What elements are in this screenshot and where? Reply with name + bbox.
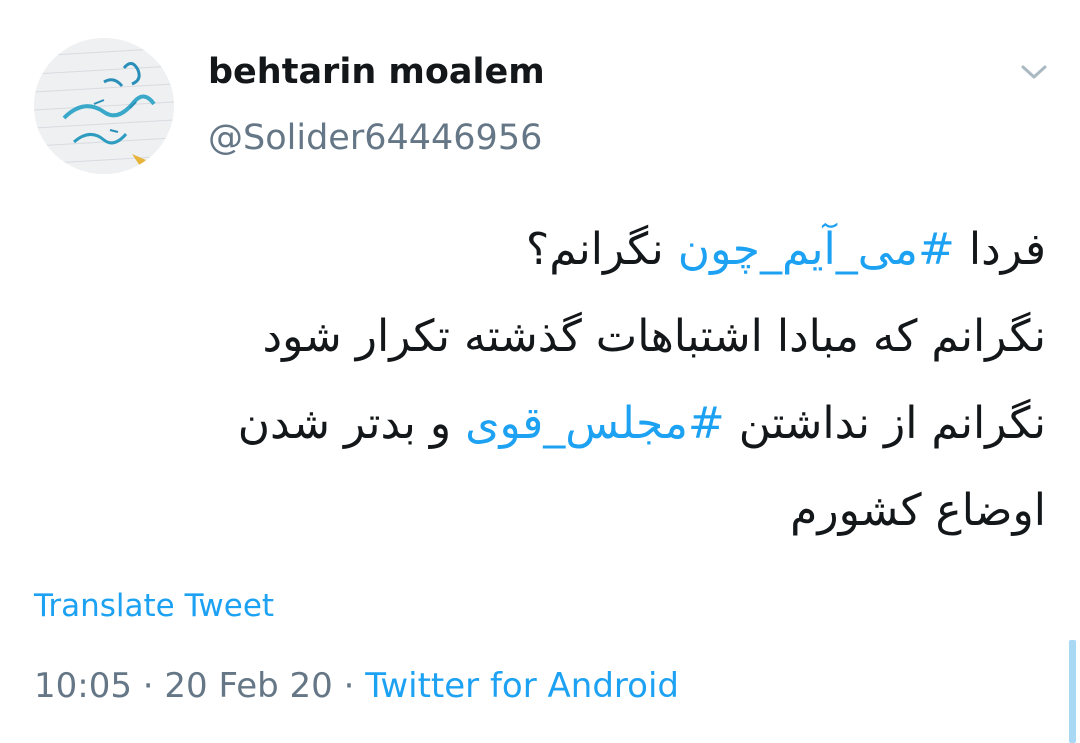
tweet-text-segment: نگرانم از نداشتن xyxy=(724,398,1046,449)
tweet-card: behtarin moalem @Solider64446956 فردا #م… xyxy=(0,0,1080,743)
scrollbar[interactable] xyxy=(1069,640,1076,743)
tweet-text-segment: نگرانم که مبادا اشتباهات گذشته تکرار شود xyxy=(262,311,1046,362)
avatar[interactable] xyxy=(34,38,174,174)
tweet-line-3: نگرانم از نداشتن #مجلس_قوی و بدتر شدن xyxy=(56,380,1046,467)
tweet-time: 10:05 xyxy=(34,666,132,706)
tweet-line-1: فردا #می_آیم_چون نگرانم؟ xyxy=(56,206,1046,293)
avatar-image xyxy=(34,38,174,174)
tweet-text: فردا #می_آیم_چون نگرانم؟ نگرانم که مبادا… xyxy=(56,206,1046,554)
chevron-down-icon[interactable] xyxy=(1014,56,1054,88)
display-name[interactable]: behtarin moalem xyxy=(208,50,545,94)
hashtag-link[interactable]: #مجلس_قوی xyxy=(465,398,725,449)
tweet-line-2: نگرانم که مبادا اشتباهات گذشته تکرار شود xyxy=(56,293,1046,380)
meta-separator: · xyxy=(142,666,154,706)
tweet-meta: 10:05 · 20 Feb 20 · Twitter for Android xyxy=(34,664,679,708)
tweet-text-segment: فردا xyxy=(954,224,1046,275)
user-handle[interactable]: @Solider64446956 xyxy=(208,116,542,160)
tweet-source-link[interactable]: Twitter for Android xyxy=(365,666,679,706)
tweet-text-segment: نگرانم؟ xyxy=(525,224,678,275)
tweet-text-segment: اوضاع کشورم xyxy=(790,485,1046,536)
tweet-date: 20 Feb 20 xyxy=(164,666,333,706)
meta-separator: · xyxy=(343,666,355,706)
translate-tweet-link[interactable]: Translate Tweet xyxy=(34,584,274,628)
tweet-line-4: اوضاع کشورم xyxy=(56,467,1046,554)
hashtag-link[interactable]: #می_آیم_چون xyxy=(678,224,955,275)
tweet-text-segment: و بدتر شدن xyxy=(237,398,466,449)
